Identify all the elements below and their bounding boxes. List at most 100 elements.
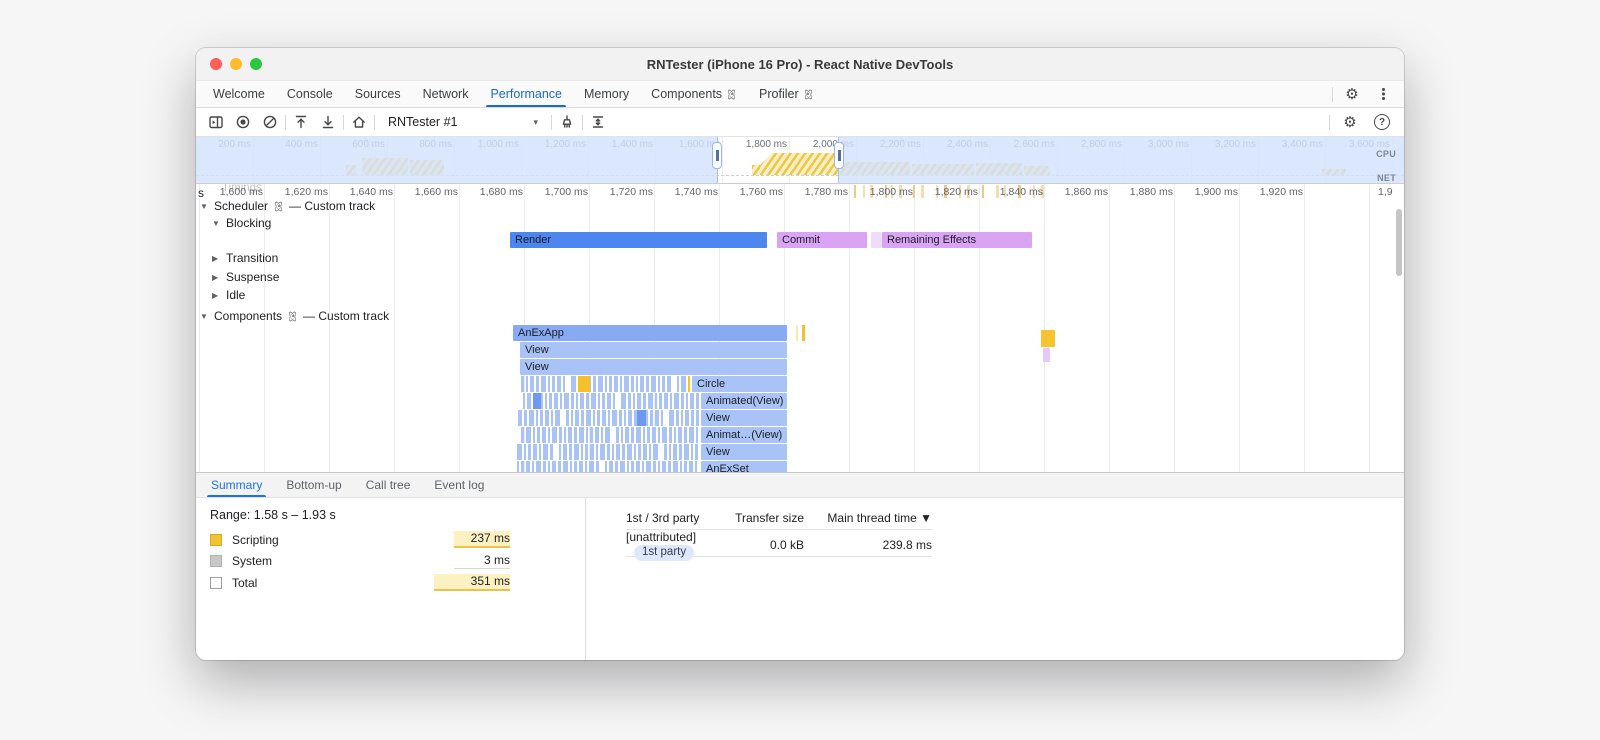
component-chip[interactable] (685, 410, 689, 426)
component-chip[interactable] (678, 427, 682, 443)
component-chip[interactable] (521, 427, 524, 443)
component-chip[interactable] (686, 393, 688, 409)
flame-special-chip[interactable] (688, 376, 690, 392)
component-chip[interactable] (607, 393, 611, 409)
component-chip[interactable] (676, 410, 679, 426)
component-chip[interactable] (681, 410, 683, 426)
flame-bar-remaining-effects[interactable]: Remaining Effects (882, 232, 1032, 248)
component-chip[interactable] (673, 461, 678, 472)
tab-components[interactable]: Components (640, 81, 748, 107)
component-chip[interactable] (533, 427, 535, 443)
component-chip[interactable] (624, 410, 626, 426)
bottom-tab-call-tree[interactable]: Call tree (354, 473, 423, 497)
component-chip[interactable] (576, 393, 578, 409)
component-chip[interactable] (591, 393, 596, 409)
component-chip[interactable] (590, 444, 594, 460)
component-chip[interactable] (574, 427, 577, 443)
component-chip[interactable] (689, 427, 694, 443)
component-chip[interactable] (589, 461, 594, 472)
component-chip[interactable] (550, 444, 553, 460)
component-chip[interactable] (563, 461, 568, 472)
flame-bar-view[interactable]: View (701, 410, 787, 426)
component-chip[interactable] (628, 410, 632, 426)
component-chip[interactable] (543, 444, 548, 460)
component-chip[interactable] (616, 427, 619, 443)
component-chip[interactable] (529, 410, 534, 426)
component-chip[interactable] (655, 393, 657, 409)
component-chip[interactable] (602, 393, 605, 409)
component-chip[interactable] (653, 461, 656, 472)
component-chip[interactable] (691, 410, 694, 426)
component-chip[interactable] (548, 461, 550, 472)
selection-handle-right[interactable] (834, 142, 844, 169)
clear-recording-button[interactable] (258, 110, 282, 134)
component-chip[interactable] (585, 461, 587, 472)
track-label-components[interactable]: ▼ Components — Custom track (200, 309, 389, 323)
component-chip[interactable] (552, 427, 557, 443)
component-chip[interactable] (521, 376, 524, 392)
zoom-window-button[interactable] (250, 58, 262, 70)
component-chip[interactable] (619, 410, 622, 426)
overview-strip[interactable]: 200 ms400 ms600 ms800 ms1,000 ms1,200 ms… (196, 137, 1404, 184)
component-chip[interactable] (637, 393, 641, 409)
component-chip[interactable] (648, 393, 653, 409)
collapse-triangle-icon[interactable]: ▼ (212, 219, 221, 228)
tab-network[interactable]: Network (412, 81, 480, 107)
component-chip[interactable] (646, 461, 651, 472)
component-chip[interactable] (643, 427, 645, 443)
component-chip[interactable] (669, 427, 672, 443)
component-chip[interactable] (695, 444, 698, 460)
component-chip[interactable] (658, 461, 660, 472)
component-chip[interactable] (555, 410, 560, 426)
tab-memory[interactable]: Memory (573, 81, 640, 107)
component-chip[interactable] (536, 461, 541, 472)
component-chip[interactable] (595, 427, 599, 443)
component-chip[interactable] (598, 376, 603, 392)
column-header-main-thread-time[interactable]: Main thread time ▼ (804, 511, 932, 525)
component-chip[interactable] (643, 444, 647, 460)
component-chip[interactable] (536, 376, 539, 392)
component-chip[interactable] (601, 427, 603, 443)
component-chip[interactable] (570, 461, 572, 472)
component-chip[interactable] (559, 427, 562, 443)
component-chip[interactable] (554, 393, 558, 409)
component-chip[interactable] (574, 444, 579, 460)
component-chip[interactable] (634, 444, 636, 460)
component-chip[interactable] (600, 444, 605, 460)
component-chip[interactable] (545, 410, 549, 426)
component-chip[interactable] (636, 461, 640, 472)
component-chip[interactable] (680, 461, 682, 472)
capture-settings-button[interactable] (586, 110, 610, 134)
panel-settings-gear-icon[interactable]: ⚙ (1338, 110, 1362, 134)
component-chip[interactable] (696, 427, 698, 443)
tab-profiler[interactable]: Profiler (748, 81, 825, 107)
component-chip[interactable] (543, 461, 546, 472)
component-chip[interactable] (533, 444, 537, 460)
component-chip[interactable] (689, 461, 693, 472)
expand-triangle-icon[interactable]: ▶ (212, 273, 221, 282)
component-chip[interactable] (532, 461, 534, 472)
component-chip[interactable] (624, 376, 629, 392)
flame-bar-commit[interactable]: Commit (777, 232, 867, 248)
component-chip[interactable] (542, 427, 546, 443)
component-chip[interactable] (677, 376, 679, 392)
component-chip[interactable] (684, 461, 687, 472)
flame-bar-render[interactable]: Render (510, 232, 767, 248)
component-chip[interactable] (571, 393, 574, 409)
component-chip[interactable] (523, 393, 525, 409)
track-label-scheduler[interactable]: ▼ Scheduler — Custom track (200, 199, 375, 213)
flame-bar-view[interactable]: View (520, 359, 787, 375)
flame-chart[interactable]: Timings 1,600 ms 1,620 ms 1,640 ms 1,660 ms 1… (196, 184, 1404, 472)
component-chip[interactable] (636, 427, 641, 443)
flame-bar-circle[interactable]: Circle (692, 376, 787, 392)
component-chip[interactable] (537, 427, 540, 443)
more-options-kebab-icon[interactable] (1371, 82, 1395, 106)
component-chip[interactable] (661, 410, 663, 426)
component-chip[interactable] (579, 461, 583, 472)
component-chip[interactable] (585, 444, 588, 460)
component-chip[interactable] (569, 444, 572, 460)
component-chip[interactable] (667, 376, 671, 392)
component-chip[interactable] (524, 444, 526, 460)
component-chip[interactable] (536, 410, 538, 426)
component-chip[interactable] (593, 376, 596, 392)
